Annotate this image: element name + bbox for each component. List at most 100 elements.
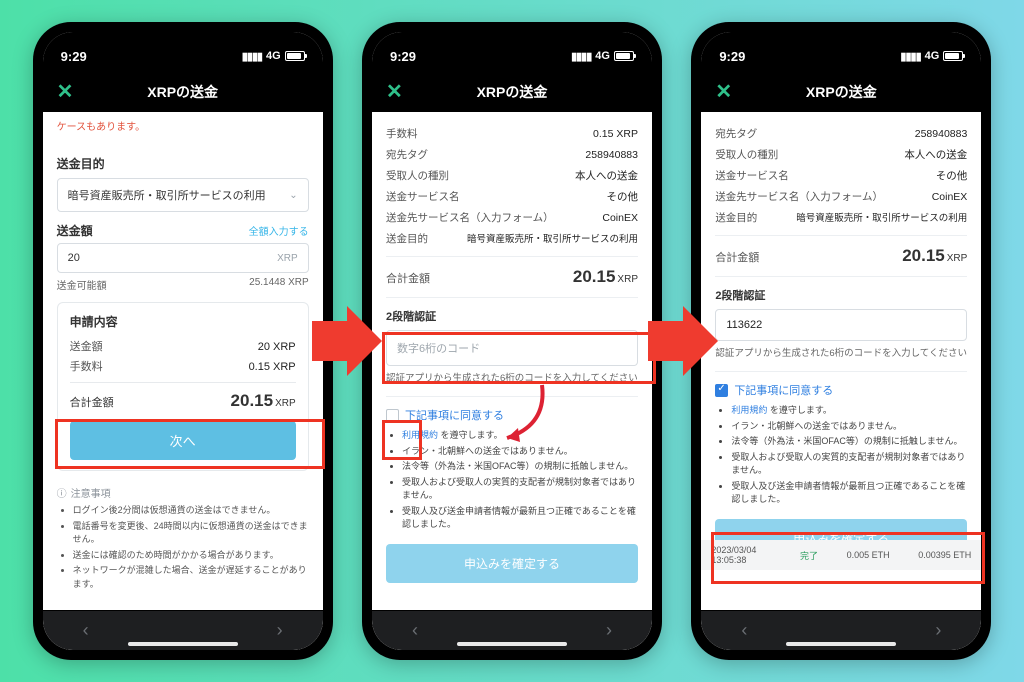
history-row: 2023/03/04 13:05:38 完了 0.005 ETH 0.00395… bbox=[701, 540, 981, 570]
nav-back-icon[interactable]: ‹ bbox=[741, 620, 747, 641]
phone-frame-3: 9:29 ▮▮▮▮ 4G ✕ XRPの送金 宛先タグ258940883 受取人の… bbox=[691, 22, 991, 660]
notes-title: 注意事項 bbox=[71, 485, 111, 500]
total-value: 20.15 bbox=[573, 267, 616, 286]
note-item: 送金には確認のため時間がかかる場合があります。 bbox=[73, 549, 309, 563]
info-icon: ⓘ bbox=[57, 485, 67, 500]
nav-forward-icon[interactable]: › bbox=[606, 620, 612, 641]
warning-text: ケースもあります。 bbox=[43, 112, 323, 141]
signal-icon: ▮▮▮▮ bbox=[242, 50, 262, 63]
battery-icon bbox=[614, 51, 634, 61]
agree-checkbox[interactable] bbox=[386, 409, 399, 422]
service-label: 送金サービス名 bbox=[715, 168, 789, 183]
dest-value: CoinEX bbox=[932, 191, 968, 203]
network-label: 4G bbox=[266, 50, 281, 62]
app-header: ✕ XRPの送金 bbox=[43, 72, 323, 112]
nav-forward-icon[interactable]: › bbox=[277, 620, 283, 641]
agree-head: 下記事項に同意する bbox=[734, 382, 833, 398]
agree-head: 下記事項に同意する bbox=[405, 407, 504, 423]
app-header: ✕ XRPの送金 bbox=[701, 72, 981, 112]
summary-amount-value: 20 XRP bbox=[258, 341, 296, 353]
fee-value: 0.15 XRP bbox=[593, 128, 638, 140]
nav-back-icon[interactable]: ‹ bbox=[83, 620, 89, 641]
fee-label: 手数料 bbox=[386, 126, 418, 141]
close-icon[interactable]: ✕ bbox=[57, 82, 74, 102]
twofa-label: 2段階認証 bbox=[386, 308, 638, 324]
service-label: 送金サービス名 bbox=[386, 189, 460, 204]
status-time: 9:29 bbox=[719, 49, 745, 64]
history-amount2: 0.00395 ETH bbox=[918, 550, 971, 560]
status-time: 9:29 bbox=[61, 49, 87, 64]
amount-value: 20 bbox=[68, 252, 80, 264]
next-button[interactable]: 次へ bbox=[70, 421, 296, 460]
agree-item: 法令等（外為法・米国OFAC等）の規制に抵触しません。 bbox=[731, 435, 967, 449]
summary-fee-label: 手数料 bbox=[70, 358, 103, 374]
network-label: 4G bbox=[925, 50, 940, 62]
full-amount-link[interactable]: 全額入力する bbox=[249, 223, 309, 238]
summary-title: 申請内容 bbox=[70, 313, 296, 330]
history-date: 2023/03/04 13:05:38 bbox=[711, 545, 771, 565]
agree-item: 受取人及び送金申請者情報が最新且つ正確であることを確認しました。 bbox=[402, 505, 638, 532]
confirm-button[interactable]: 申込みを確定する bbox=[386, 544, 638, 583]
purpose-value: 暗号資産販売所・取引所サービスの利用 bbox=[467, 231, 638, 245]
step-arrow bbox=[312, 301, 382, 381]
total-label: 合計金額 bbox=[386, 270, 430, 286]
recipient-label: 受取人の種別 bbox=[386, 168, 449, 183]
agree-checkbox[interactable] bbox=[715, 384, 728, 397]
agree-item: 受取人および受取人の実質的支配者が規制対象者ではありません。 bbox=[731, 451, 967, 478]
total-unit: XRP bbox=[947, 253, 968, 264]
agree-item: イラン・北朝鮮への送金ではありません。 bbox=[731, 420, 967, 434]
tag-label: 宛先タグ bbox=[715, 126, 757, 141]
code-help: 認証アプリから生成された6桁のコードを入力してください bbox=[715, 347, 967, 361]
purpose-value: 暗号資産販売所・取引所サービスの利用 bbox=[68, 187, 266, 203]
service-value: その他 bbox=[606, 189, 638, 204]
step-arrow bbox=[648, 301, 718, 381]
total-label: 合計金額 bbox=[715, 249, 759, 265]
code-input[interactable]: 数字6桁のコード bbox=[386, 330, 638, 366]
status-time: 9:29 bbox=[390, 49, 416, 64]
agree-item: 利用規約 を遵守します。 bbox=[731, 404, 967, 418]
page-title: XRPの送金 bbox=[806, 82, 877, 102]
available-value: 25.1448 XRP bbox=[249, 277, 309, 292]
twofa-label: 2段階認証 bbox=[715, 287, 967, 303]
home-indicator bbox=[457, 642, 567, 646]
agree-item: 受取人および受取人の実質的支配者が規制対象者ではありません。 bbox=[402, 476, 638, 503]
summary-amount-label: 送金額 bbox=[70, 338, 103, 354]
available-label: 送金可能額 bbox=[57, 277, 107, 292]
recipient-value: 本人への送金 bbox=[575, 168, 638, 183]
history-amount: 0.005 ETH bbox=[847, 550, 890, 560]
nav-back-icon[interactable]: ‹ bbox=[412, 620, 418, 641]
recipient-label: 受取人の種別 bbox=[715, 147, 778, 162]
tag-value: 258940883 bbox=[915, 128, 968, 140]
chevron-down-icon: ⌄ bbox=[289, 190, 297, 201]
dest-value: CoinEX bbox=[602, 212, 638, 224]
total-value: 20.15 bbox=[231, 391, 274, 410]
nav-forward-icon[interactable]: › bbox=[935, 620, 941, 641]
close-icon[interactable]: ✕ bbox=[715, 82, 732, 102]
curved-arrow bbox=[492, 380, 552, 450]
code-input[interactable]: 113622 bbox=[715, 309, 967, 341]
summary-fee-value: 0.15 XRP bbox=[249, 361, 296, 373]
network-label: 4G bbox=[595, 50, 610, 62]
amount-unit: XRP bbox=[277, 253, 298, 264]
code-value: 113622 bbox=[726, 319, 762, 331]
amount-label: 送金額 bbox=[57, 222, 93, 239]
signal-icon: ▮▮▮▮ bbox=[571, 50, 591, 63]
code-placeholder: 数字6桁のコード bbox=[397, 343, 480, 355]
service-value: その他 bbox=[936, 168, 968, 183]
tag-label: 宛先タグ bbox=[386, 147, 428, 162]
app-header: ✕ XRPの送金 bbox=[372, 72, 652, 112]
amount-input[interactable]: 20 XRP bbox=[57, 243, 309, 273]
history-status: 完了 bbox=[800, 549, 818, 562]
page-title: XRPの送金 bbox=[477, 82, 548, 102]
recipient-value: 本人への送金 bbox=[904, 147, 967, 162]
total-unit: XRP bbox=[617, 274, 638, 285]
note-item: ネットワークが混雑した場合、送金が遅延することがあります。 bbox=[73, 564, 309, 591]
agree-item: 受取人及び送金申請者情報が最新且つ正確であることを確認しました。 bbox=[731, 480, 967, 507]
close-icon[interactable]: ✕ bbox=[386, 82, 403, 102]
purpose-value: 暗号資産販売所・取引所サービスの利用 bbox=[796, 210, 967, 224]
purpose-label: 送金目的 bbox=[715, 210, 757, 225]
tag-value: 258940883 bbox=[585, 149, 638, 161]
purpose-select[interactable]: 暗号資産販売所・取引所サービスの利用 ⌄ bbox=[57, 178, 309, 212]
phone-frame-1: 9:29 ▮▮▮▮ 4G ✕ XRPの送金 ケースもあります。 送金目的 暗号資… bbox=[33, 22, 333, 660]
purpose-label: 送金目的 bbox=[386, 231, 428, 246]
